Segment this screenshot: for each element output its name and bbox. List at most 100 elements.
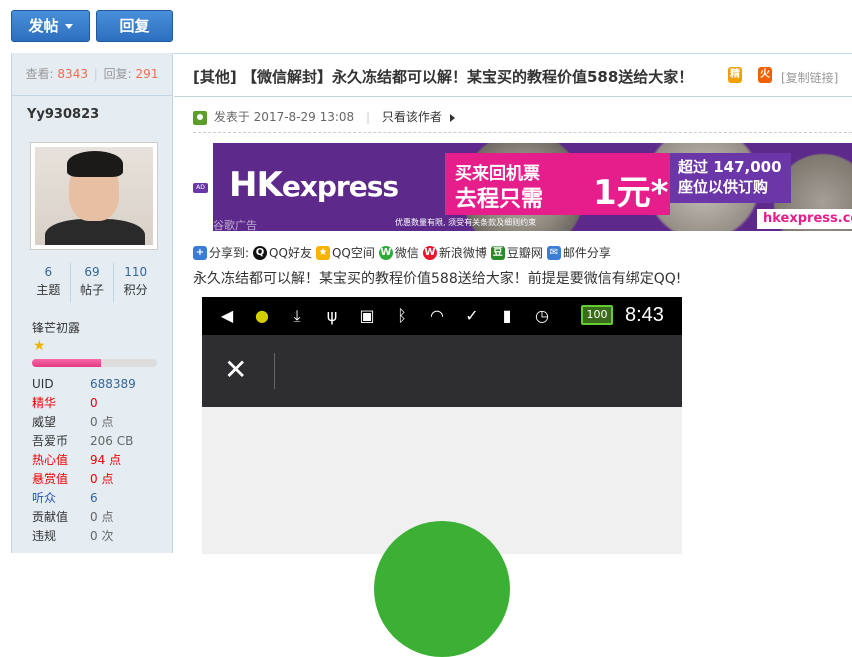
signal-icon: ▮	[502, 306, 512, 325]
info-key: 威望	[32, 415, 57, 429]
count-topics[interactable]: 6 主题	[27, 263, 71, 303]
status-icons: ◀ ● ⤓ ψ ▣ ᛒ ◠ ✓ ▮ ◷	[216, 303, 553, 329]
wechat-icon: W	[378, 245, 393, 260]
share-item-label: 微信	[394, 246, 419, 260]
share-bar: + 分享到: Q QQ好友 ★ QQ空间 W 微信 W 新浪微博 豆豆瓣网 ✉ 邮件分享	[193, 244, 615, 261]
triangle-right-icon	[449, 113, 455, 122]
ad-seats-box: 超过 147,000 座位以供订购	[670, 153, 791, 203]
hot-badge-icon: 火	[758, 67, 772, 83]
info-value: 0 点	[90, 510, 114, 524]
info-row: 听众 6	[32, 489, 162, 508]
thread-stats: 查看: 8343 | 回复: 291	[12, 53, 172, 96]
info-key: 违规	[32, 529, 57, 543]
info-value: 0 次	[90, 529, 114, 543]
info-row: 悬赏值 0 点	[32, 470, 162, 489]
ad-line2: 去程只需	[455, 187, 544, 212]
ad-fine-print: 优惠数量有限, 须受有关条款及细则约束	[395, 218, 537, 227]
thread-title-bar: [其他] 【微信解封】永久冻结都可以解！某宝买的教程价值588送给大家！ 精 火…	[174, 54, 852, 97]
post-content: [其他] 【微信解封】永久冻结都可以解！某宝买的教程价值588送给大家！ 精 火…	[174, 53, 852, 657]
ad-badge: AD	[193, 183, 208, 193]
ad-banner[interactable]: HKexpress 买来回机票 去程只需 1元* 超过 147,000 座位以供…	[213, 143, 852, 231]
info-row: 威望 0 点	[32, 413, 162, 432]
ad-offer-box: 买来回机票 去程只需 1元*	[445, 153, 670, 215]
share-icon: +	[193, 245, 207, 260]
alarm-icon: ◷	[535, 306, 549, 325]
info-row: 贡献值 0 点	[32, 508, 162, 527]
battery-icon: 100	[581, 305, 613, 325]
count-value: 69	[84, 265, 100, 279]
ad-seats-line2: 座位以供订购	[678, 178, 769, 196]
ad-seats-line1: 超过 147,000	[678, 158, 782, 176]
ad-logo-hk: HK	[229, 165, 283, 205]
share-weibo[interactable]: W 新浪微博	[422, 244, 487, 261]
count-value: 6	[44, 265, 53, 279]
android-icon: ▣	[359, 306, 375, 325]
views-count: 8343	[57, 67, 88, 81]
share-wechat[interactable]: W 微信	[378, 244, 419, 261]
count-posts[interactable]: 69 帖子	[71, 263, 115, 303]
thread-category[interactable]: [其他]	[193, 68, 237, 86]
top-toolbar: 发帖 回复	[0, 0, 852, 52]
info-row: 精华 0	[32, 394, 162, 413]
views-label: 查看:	[25, 67, 54, 81]
posted-time: 2017-8-29 13:08	[253, 110, 355, 124]
count-label: 主题	[36, 283, 61, 297]
info-value: 206 CB	[90, 434, 134, 448]
share-douban[interactable]: 豆豆瓣网	[490, 244, 543, 261]
phone-clock: 8:43	[625, 304, 664, 326]
author-only-link[interactable]: 只看该作者	[382, 110, 442, 124]
3g-icon: ✓	[465, 306, 479, 325]
info-key: 精华	[32, 396, 57, 410]
share-qzone[interactable]: ★ QQ空间	[315, 244, 375, 261]
reply-button[interactable]: 回复	[96, 10, 173, 42]
count-value: 110	[124, 265, 148, 279]
info-value[interactable]: 6	[90, 489, 98, 508]
online-status-icon	[193, 110, 207, 125]
user-info: UID 688389 精华 0 威望 0 点 吾爱币 206 CB 热心值 94 点 悬赏…	[32, 375, 162, 546]
share-qq-friends[interactable]: Q QQ好友	[253, 244, 312, 261]
download-icon: ⤓	[293, 306, 301, 325]
post-button[interactable]: 发帖	[11, 10, 90, 42]
info-value: 0	[90, 396, 98, 410]
ad-logo: HKexpress	[229, 165, 399, 205]
ad-url: hkexpress.co	[757, 209, 852, 229]
info-value: 0 点	[90, 415, 114, 429]
phone-status-bar: ◀ ● ⤓ ψ ▣ ᛒ ◠ ✓ ▮ ◷ 100 8:43	[202, 297, 682, 335]
info-row: 吾爱币 206 CB	[32, 432, 162, 451]
share-item-label: 新浪微博	[438, 246, 487, 260]
count-label: 帖子	[80, 283, 105, 297]
info-row: 违规 0 次	[32, 527, 162, 546]
info-key: 吾爱币	[32, 434, 69, 448]
star-icon: ★	[33, 338, 46, 354]
wechat-logo-circle	[374, 521, 510, 657]
username-link[interactable]: Yy930823	[27, 107, 99, 122]
ad-logo-express: express	[281, 170, 399, 203]
replies-count: 291	[135, 67, 159, 81]
mail-icon: ✉	[546, 245, 561, 260]
info-key: 听众	[32, 491, 57, 505]
weibo-icon: W	[422, 245, 437, 260]
info-key: UID	[32, 377, 54, 391]
avatar-photo	[35, 147, 153, 245]
douban-icon: 豆	[490, 245, 505, 260]
count-label: 积分	[123, 283, 148, 297]
back-tag-icon: ◀	[220, 306, 234, 325]
count-points[interactable]: 110 积分	[114, 263, 157, 303]
user-rank[interactable]: 锋芒初露	[32, 319, 80, 336]
phone-app-bar: ✕	[202, 335, 682, 407]
digest-badge-icon: 精	[728, 67, 742, 83]
avatar[interactable]	[30, 142, 158, 250]
share-item-label: QQ空间	[331, 246, 375, 260]
share-prefix: + 分享到:	[193, 244, 249, 261]
share-email[interactable]: ✉ 邮件分享	[546, 244, 611, 261]
thread-title-text: 【微信解封】永久冻结都可以解！某宝买的教程价值588送给大家！	[241, 68, 694, 86]
caret-down-icon	[64, 24, 73, 29]
close-icon: ✕	[224, 353, 248, 386]
divider	[193, 132, 852, 133]
info-value[interactable]: 688389	[90, 375, 136, 394]
info-value: 94 点	[90, 453, 122, 467]
usb-icon: ψ	[326, 306, 338, 325]
ad-provider-label: 谷歌广告	[213, 219, 257, 231]
copy-link-button[interactable]: [复制链接]	[781, 69, 838, 86]
share-item-label: QQ好友	[269, 246, 312, 260]
